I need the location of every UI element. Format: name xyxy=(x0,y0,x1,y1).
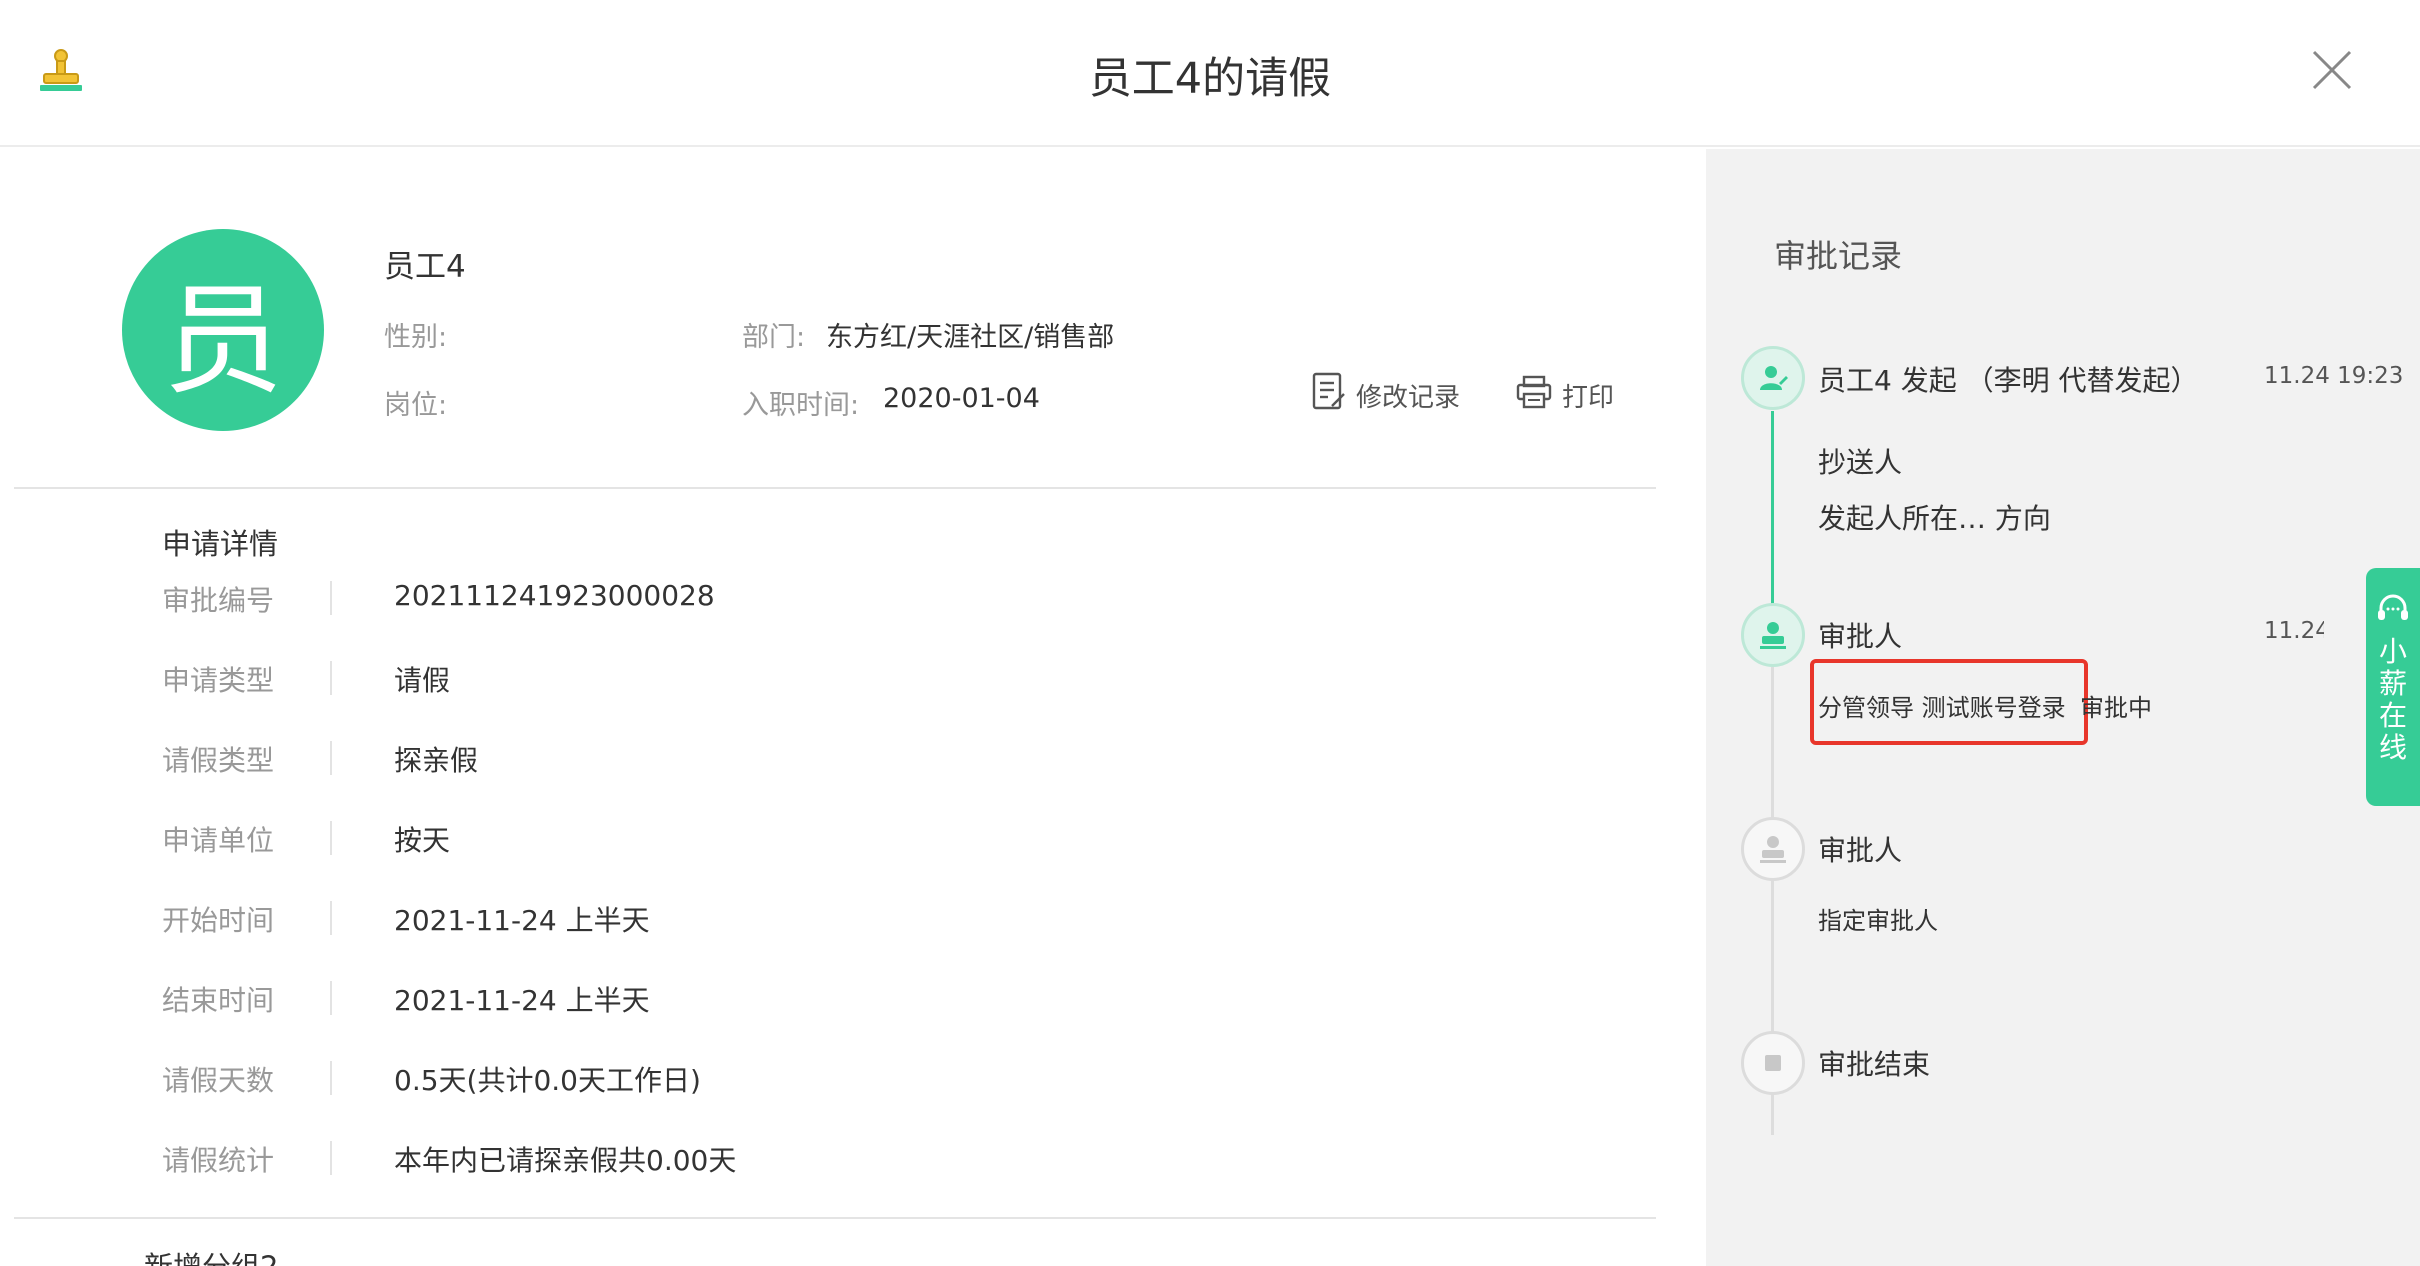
online-help-tab[interactable]: 小薪在线 xyxy=(2366,568,2420,806)
detail-row: 请假天数 0.5天(共计0.0天工作日) xyxy=(162,1059,1462,1099)
detail-row: 请假统计 本年内已请探亲假共0.00天 xyxy=(162,1139,1462,1179)
leave-detail-panel: 员 员工4 性别: 岗位: 部门: 东方红/天涯社区/销售部 入职时间: 202… xyxy=(0,149,1706,1266)
detail-label: 审批编号 xyxy=(162,584,275,617)
avatar: 员 xyxy=(122,229,324,431)
dialog-header: 员工4的请假 xyxy=(0,0,2420,147)
divider xyxy=(330,821,332,855)
divider xyxy=(330,1061,332,1095)
detail-row: 申请单位 按天 xyxy=(162,819,1462,859)
detail-row: 审批编号 202111241923000028 xyxy=(162,579,1462,619)
document-edit-icon xyxy=(1312,372,1356,419)
step-note: 指定审批人 xyxy=(1818,907,1938,935)
detail-label: 结束时间 xyxy=(162,984,275,1017)
detail-value: 本年内已请探亲假共0.00天 xyxy=(394,1144,737,1177)
cc-label: 抄送人 xyxy=(1818,446,1903,479)
step-title: 审批人 xyxy=(1818,834,1903,867)
divider xyxy=(14,487,1656,489)
print-button[interactable]: 打印 xyxy=(1516,375,1614,416)
stop-icon xyxy=(1741,1031,1805,1095)
detail-row: 申请类型 请假 xyxy=(162,659,1462,699)
detail-value: 2021-11-24 上半天 xyxy=(394,984,650,1017)
cc-value: 发起人所在… 方向 xyxy=(1818,502,2051,535)
step-title: 审批结束 xyxy=(1818,1048,1931,1081)
edit-history-label: 修改记录 xyxy=(1356,383,1461,413)
detail-value: 探亲假 xyxy=(394,744,479,777)
detail-value: 请假 xyxy=(394,664,451,697)
detail-label: 请假类型 xyxy=(162,744,275,777)
step-time: 11.24 19:23 xyxy=(2264,618,2324,644)
employee-name: 员工4 xyxy=(384,249,466,285)
next-section-title: 新增分组2 xyxy=(144,1247,278,1266)
detail-value: 2021-11-24 上半天 xyxy=(394,904,650,937)
printer-icon xyxy=(1516,375,1562,416)
step-time: 11.24 19:23 xyxy=(2264,363,2404,389)
timeline-connector xyxy=(1771,411,1774,611)
detail-row: 结束时间 2021-11-24 上半天 xyxy=(162,979,1462,1019)
detail-label: 请假天数 xyxy=(162,1064,275,1097)
detail-value: 按天 xyxy=(394,824,451,857)
user-icon xyxy=(1741,346,1805,410)
divider xyxy=(330,1141,332,1175)
headset-icon xyxy=(2376,592,2410,630)
timeline-connector xyxy=(1771,881,1774,1135)
detail-value: 0.5天(共计0.0天工作日) xyxy=(394,1064,701,1097)
print-label: 打印 xyxy=(1562,383,1615,413)
detail-label: 请假统计 xyxy=(162,1144,275,1177)
status-text: 审批中 xyxy=(2080,694,2152,722)
detail-label: 开始时间 xyxy=(162,904,275,937)
edit-history-button[interactable]: 修改记录 xyxy=(1312,372,1460,419)
department-label: 部门: xyxy=(742,322,806,353)
approval-record-title: 审批记录 xyxy=(1774,237,1903,275)
hire-date-value: 2020-01-04 xyxy=(883,383,1040,414)
divider xyxy=(330,981,332,1015)
divider xyxy=(330,901,332,935)
close-icon[interactable] xyxy=(2308,46,2356,94)
step-title: 员工4 发起 （李明 代替发起） xyxy=(1818,364,2199,397)
approver-stamp-icon xyxy=(1741,603,1805,667)
step-title: 审批人 xyxy=(1818,620,1903,653)
detail-value: 202111241923000028 xyxy=(394,579,715,612)
approver-name: 分管领导 测试账号登录 xyxy=(1818,694,2066,722)
dialog-title: 员工4的请假 xyxy=(1088,54,1332,104)
detail-row: 请假类型 探亲假 xyxy=(162,739,1462,779)
divider xyxy=(330,581,332,615)
approver-stamp-icon xyxy=(1741,817,1805,881)
department-value: 东方红/天涯社区/销售部 xyxy=(826,322,1115,353)
divider xyxy=(330,741,332,775)
divider xyxy=(330,661,332,695)
approval-record-panel: 审批记录 员工4 发起 （李明 代替发起） 11.24 19:23 抄送人 发起… xyxy=(1706,149,2420,1266)
section-title: 申请详情 xyxy=(162,527,279,561)
position-label: 岗位: xyxy=(384,390,448,421)
detail-label: 申请类型 xyxy=(162,664,275,697)
hire-date-label: 入职时间: xyxy=(742,390,860,421)
detail-row: 开始时间 2021-11-24 上半天 xyxy=(162,899,1462,939)
divider xyxy=(14,1217,1656,1219)
detail-label: 申请单位 xyxy=(162,824,275,857)
gender-label: 性别: xyxy=(384,322,448,353)
help-tab-label: 小薪在线 xyxy=(2378,635,2407,764)
